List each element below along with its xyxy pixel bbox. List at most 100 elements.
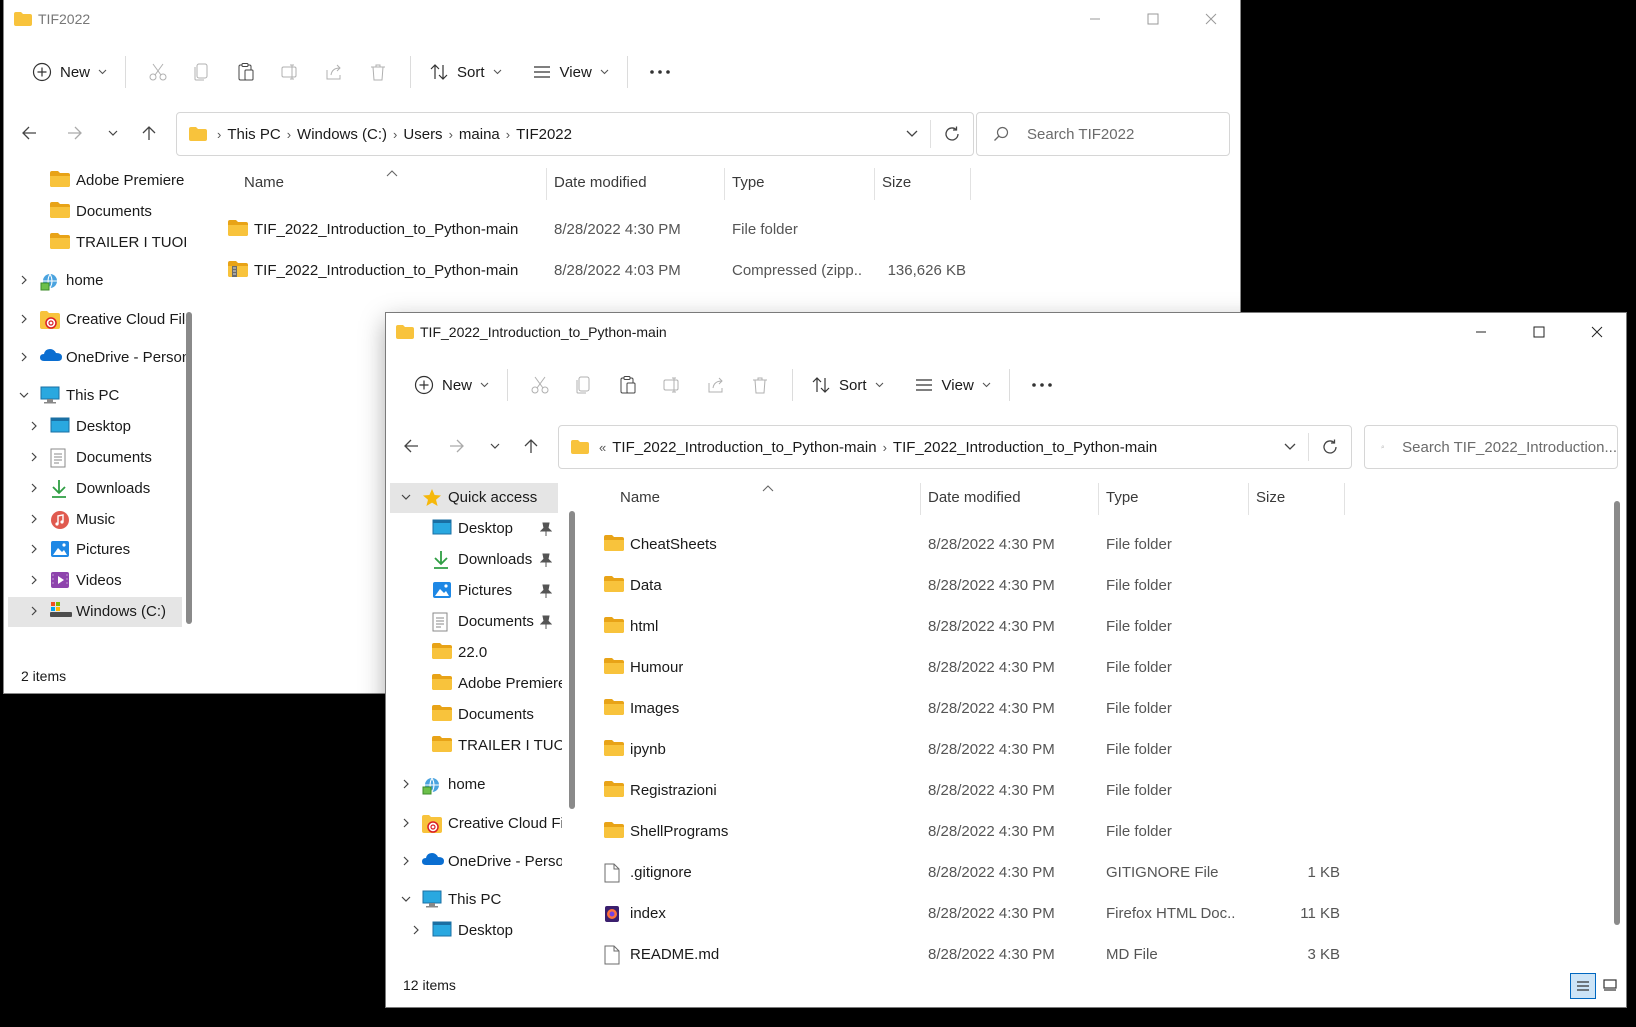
forward-button[interactable] [442,431,472,461]
navigation-pane-scrollbar[interactable] [569,511,575,809]
sidebar-item-creative-cloud-file[interactable]: Creative Cloud File [8,305,186,335]
forward-button[interactable] [60,118,90,148]
sidebar-item-onedrive-person[interactable]: OneDrive - Person [390,847,562,877]
table-row[interactable]: Registrazioni 8/28/2022 4:30 PM File folde… [584,773,1594,809]
sidebar-item-desktop[interactable]: Desktop [8,412,182,442]
front-explorer-window[interactable]: TIF_2022_Introduction_to_Python-main New… [386,313,1626,1007]
sort-button[interactable]: Sort [421,52,510,92]
column-header-size[interactable]: Size [882,168,911,198]
column-header-size[interactable]: Size [1256,483,1285,513]
sidebar-item-downloads[interactable]: Downloads [8,474,182,504]
minimize-button[interactable] [1452,313,1510,351]
sidebar-item-pictures[interactable]: Pictures [8,535,182,565]
new-button[interactable]: New [24,52,115,92]
sort-button[interactable]: Sort [803,365,892,405]
column-divider[interactable] [920,483,921,515]
expand-right-chevron-icon[interactable] [400,856,412,869]
column-divider[interactable] [1098,483,1099,515]
expand-right-chevron-icon[interactable] [400,818,412,831]
table-row[interactable]: CheatSheets 8/28/2022 4:30 PM File folder [584,527,1594,563]
maximize-button[interactable] [1510,313,1568,351]
address-history-button[interactable] [1272,443,1308,451]
sidebar-item-creative-cloud-file[interactable]: Creative Cloud File [390,809,562,839]
column-divider[interactable] [1344,483,1345,515]
copy-button[interactable] [180,52,224,92]
expand-right-chevron-icon[interactable] [28,421,40,434]
expand-right-chevron-icon[interactable] [28,606,40,619]
sidebar-item-windows-c[interactable]: Windows (C:) [8,597,182,627]
column-divider[interactable] [874,168,875,200]
new-button[interactable]: New [406,365,497,405]
breadcrumb-current-folder[interactable]: TIF_2022_Introduction_to_Python-main [893,439,1157,456]
recent-locations-button[interactable] [480,431,510,461]
navigation-pane-scrollbar[interactable] [186,312,192,624]
close-button[interactable] [1182,0,1240,38]
sidebar-item-trailer-i-tuoi[interactable]: TRAILER I TUOI ( [8,228,186,258]
up-button[interactable] [134,118,164,148]
rename-button[interactable] [650,365,694,405]
column-divider[interactable] [724,168,725,200]
table-row[interactable]: TIF_2022_Introduction_to_Python-main 8/28… [200,212,1240,248]
breadcrumb-tif2022[interactable]: TIF2022 [516,126,572,143]
sidebar-item-documents[interactable]: Documents [8,197,182,227]
address-history-button[interactable] [894,130,930,138]
cut-button[interactable] [136,52,180,92]
sidebar-item-this-pc[interactable]: This PC [390,885,558,915]
column-header-date-modified[interactable]: Date modified [928,483,1021,513]
column-header-type[interactable]: Type [1106,483,1139,513]
sidebar-item-music[interactable]: Music [8,505,182,535]
sidebar-item-22-0[interactable]: 22.0 [390,638,558,668]
cut-button[interactable] [518,365,562,405]
expand-right-chevron-icon[interactable] [28,514,40,527]
share-button[interactable] [694,365,738,405]
sidebar-item-desktop[interactable]: Desktop [390,514,558,544]
breadcrumb-users[interactable]: Users [403,126,442,143]
expand-right-chevron-icon[interactable] [28,544,40,557]
delete-button[interactable] [738,365,782,405]
expand-right-chevron-icon[interactable] [28,452,40,465]
address-bar[interactable]: › This PC › Windows (C:) › Users › maina… [176,112,974,156]
paste-button[interactable] [224,52,268,92]
refresh-button[interactable] [931,125,973,143]
table-row[interactable]: Images 8/28/2022 4:30 PM File folder [584,691,1594,727]
expand-right-chevron-icon[interactable] [18,314,30,327]
back-button[interactable] [396,431,426,461]
sidebar-item-adobe-premiere[interactable]: Adobe Premiere [8,166,184,196]
paste-button[interactable] [606,365,650,405]
sidebar-item-documents[interactable]: Documents [390,700,558,730]
breadcrumb-maina[interactable]: maina [459,126,500,143]
expand-down-chevron-icon[interactable] [400,492,412,504]
table-row[interactable]: .gitignore 8/28/2022 4:30 PM GITIGNORE Fil… [584,855,1594,891]
sidebar-item-downloads[interactable]: Downloads [390,545,558,575]
more-options-button[interactable] [638,52,682,92]
expand-down-chevron-icon[interactable] [18,390,30,402]
expand-right-chevron-icon[interactable] [400,779,412,792]
table-row[interactable]: README.md 8/28/2022 4:30 PM MD File 3 KB [584,937,1594,971]
expand-right-chevron-icon[interactable] [410,925,422,938]
more-options-button[interactable] [1020,365,1064,405]
share-button[interactable] [312,52,356,92]
title-bar[interactable]: TIF2022 [4,0,1240,38]
minimize-button[interactable] [1066,0,1124,38]
file-list-scrollbar[interactable] [1614,501,1620,925]
table-row[interactable]: TIF_2022_Introduction_to_Python-main 8/28… [200,253,1240,289]
breadcrumb-overflow[interactable]: « [599,440,606,455]
breadcrumb-windows-c[interactable]: Windows (C:) [297,126,387,143]
expand-right-chevron-icon[interactable] [28,483,40,496]
table-row[interactable]: Data 8/28/2022 4:30 PM File folder [584,568,1594,604]
table-row[interactable]: ShellPrograms 8/28/2022 4:30 PM File folde… [584,814,1594,850]
table-row[interactable]: Humour 8/28/2022 4:30 PM File folder [584,650,1594,686]
sidebar-item-this-pc[interactable]: This PC [8,381,182,411]
column-header-date-modified[interactable]: Date modified [554,168,647,198]
expand-right-chevron-icon[interactable] [18,275,30,288]
sidebar-item-home[interactable]: home [390,770,558,800]
view-button[interactable]: View [524,52,617,92]
back-button[interactable] [14,118,44,148]
close-button[interactable] [1568,313,1626,351]
delete-button[interactable] [356,52,400,92]
table-row[interactable]: ipynb 8/28/2022 4:30 PM File folder [584,732,1594,768]
column-header-name[interactable]: Name [620,483,660,513]
sidebar-item-home[interactable]: home [8,266,182,296]
view-button[interactable]: View [906,365,999,405]
table-row[interactable]: html 8/28/2022 4:30 PM File folder [584,609,1594,645]
